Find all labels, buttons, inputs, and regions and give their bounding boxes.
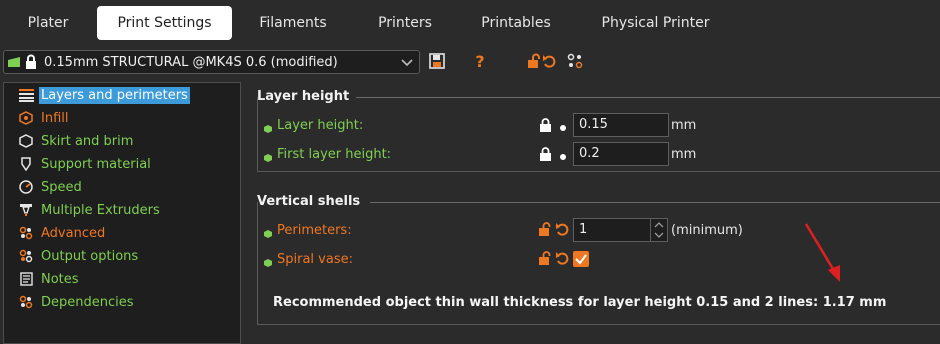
notes-icon: [18, 271, 34, 287]
system-value-icon: [264, 227, 272, 238]
system-value-icon: [264, 151, 272, 162]
unlock-icon[interactable]: [538, 222, 551, 241]
help-icon[interactable]: ?: [471, 52, 489, 71]
undo-icon[interactable]: [541, 52, 559, 70]
preset-value: 0.15mm STRUCTURAL @MK4S 0.6 (modified): [44, 55, 338, 70]
tree-item-label: Infill: [41, 110, 69, 126]
advanced-icon: [18, 225, 34, 241]
output-icon: [18, 248, 34, 264]
tab-bar: Plater Print Settings Filaments Printers…: [0, 0, 940, 45]
unlock-icon[interactable]: [538, 251, 551, 270]
perimeters-unit: (minimum): [671, 223, 743, 238]
lock-icon[interactable]: [539, 118, 552, 137]
tab-physical-printer[interactable]: Physical Printer: [583, 6, 728, 40]
layer-height-label: Layer height:: [264, 118, 363, 133]
preset-combobox[interactable]: 0.15mm STRUCTURAL @MK4S 0.6 (modified): [3, 50, 420, 74]
tree-item-speed[interactable]: Speed: [18, 176, 84, 198]
unit-label: mm: [671, 147, 697, 162]
option-label-text: Perimeters:: [277, 223, 352, 238]
settings-tree: Layers and perimeters Infill Skirt and b…: [3, 82, 241, 344]
tab-print-settings[interactable]: Print Settings: [97, 6, 232, 40]
printer-compat-icon: [7, 56, 21, 72]
first-layer-height-label: First layer height:: [264, 147, 391, 162]
speed-icon: [18, 179, 34, 195]
bullet-icon: [559, 121, 567, 136]
undo-icon[interactable]: [555, 251, 570, 270]
tab-printers[interactable]: Printers: [356, 6, 454, 40]
tree-item-infill[interactable]: Infill: [18, 107, 71, 129]
tree-item-notes[interactable]: Notes: [18, 268, 81, 290]
spin-buttons[interactable]: [650, 219, 667, 241]
lock-icon: [24, 54, 38, 74]
spiral-vase-label: Spiral vase:: [264, 252, 353, 267]
first-layer-height-field[interactable]: 0.2: [573, 142, 669, 166]
tree-item-label: Multiple Extruders: [41, 202, 160, 218]
tab-plater[interactable]: Plater: [4, 6, 92, 40]
system-value-icon: [264, 256, 272, 267]
unit-label: mm: [671, 118, 697, 133]
tab-printables[interactable]: Printables: [466, 6, 566, 40]
tree-item-label: Notes: [41, 271, 79, 287]
tab-filaments[interactable]: Filaments: [243, 6, 343, 40]
tree-item-label: Skirt and brim: [41, 133, 134, 149]
lock-icon[interactable]: [539, 147, 552, 166]
dependencies-icon: [18, 294, 34, 310]
tree-item-dependencies[interactable]: Dependencies: [18, 291, 136, 313]
perimeters-label: Perimeters:: [264, 223, 352, 238]
tree-item-support-material[interactable]: Support material: [18, 153, 153, 175]
tree-item-skirt-and-brim[interactable]: Skirt and brim: [18, 130, 135, 152]
tree-item-advanced[interactable]: Advanced: [18, 222, 107, 244]
option-label-text: First layer height:: [277, 147, 392, 162]
undo-icon[interactable]: [555, 222, 570, 241]
tree-item-layers-and-perimeters[interactable]: Layers and perimeters: [18, 84, 190, 106]
annotation-arrow: [804, 223, 840, 282]
option-label-text: Layer height:: [277, 118, 364, 133]
tree-item-label: Layers and perimeters: [39, 86, 190, 104]
skirt-icon: [18, 133, 34, 149]
thin-wall-recommendation: Recommended object thin wall thickness f…: [273, 295, 887, 310]
tree-item-label: Dependencies: [41, 294, 134, 310]
support-icon: [18, 156, 34, 172]
tree-item-label: Output options: [41, 248, 139, 264]
perimeters-value: 1: [579, 222, 588, 237]
tree-item-label: Advanced: [41, 225, 106, 241]
layer-height-field[interactable]: 0.15: [573, 113, 669, 137]
chevron-down-icon[interactable]: [401, 57, 413, 72]
tree-item-output-options[interactable]: Output options: [18, 245, 140, 267]
tree-item-label: Speed: [41, 179, 82, 195]
option-label-text: Spiral vase:: [277, 252, 353, 267]
perimeters-spinner[interactable]: 1: [573, 218, 668, 242]
extruder-icon: [18, 202, 34, 218]
save-icon[interactable]: [428, 52, 446, 70]
tree-item-label: Support material: [41, 156, 151, 172]
spiral-vase-checkbox[interactable]: [573, 251, 589, 271]
tree-item-multiple-extruders[interactable]: Multiple Extruders: [18, 199, 162, 221]
compare-icon[interactable]: [566, 52, 584, 70]
system-value-icon: [264, 122, 272, 133]
layers-icon: [18, 87, 34, 103]
infill-icon: [18, 110, 34, 126]
bullet-icon: [559, 150, 567, 165]
